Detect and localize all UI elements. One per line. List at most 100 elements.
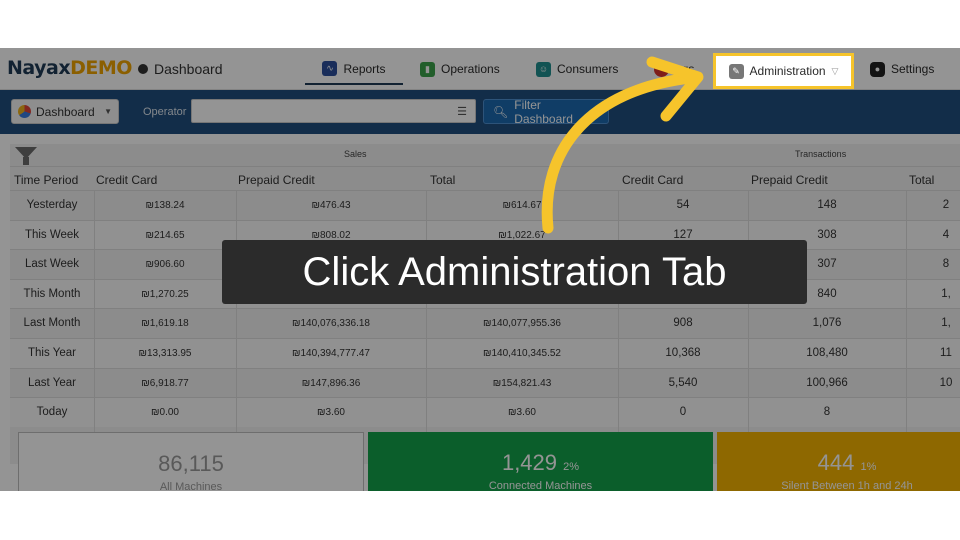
- column-divider: [748, 190, 749, 464]
- cell-cc: ₪6,918.77: [141, 377, 189, 389]
- connected-value: 1,429: [501, 450, 558, 475]
- table-row[interactable]: This Year ₪13,313.95 ₪140,394,777.47 ₪140,4…: [10, 338, 960, 368]
- cell-cc: ₪1,270.25: [141, 288, 189, 300]
- cell-tcc: 54: [676, 199, 690, 211]
- cell-tcc: 908: [673, 317, 693, 330]
- tab-settings[interactable]: ● Settings: [864, 54, 940, 84]
- cell-period: This Year: [28, 347, 76, 359]
- column-divider: [94, 190, 95, 464]
- cell-ttot: 1,: [941, 287, 951, 300]
- consumers-icon: ☺: [536, 61, 551, 77]
- connected-pct: 2%: [563, 461, 580, 473]
- operations-icon: ▮: [420, 61, 435, 77]
- all-machines-label: All Machines: [159, 481, 223, 491]
- col-tx-total[interactable]: Total: [909, 173, 934, 187]
- silent-value: 444: [817, 450, 855, 475]
- cell-period: Today: [36, 406, 68, 419]
- tab-reports[interactable]: ∿ Reports: [305, 54, 403, 85]
- tab-logs-label: ogs: [675, 62, 695, 76]
- nayax-logo[interactable]: NayaxDEMO: [7, 57, 132, 79]
- filter-dashboard-label: Filter Dashboard: [514, 97, 573, 126]
- tab-operations-label: Operations: [441, 62, 500, 76]
- cell-ttot: [906, 398, 960, 427]
- all-machines-value: 86,115: [158, 451, 224, 476]
- instruction-banner: Click Administration Tab: [222, 240, 807, 304]
- col-time-period[interactable]: Time Period: [14, 173, 78, 187]
- card-silent-machines[interactable]: 444 1% Silent Between 1h and 24h: [717, 432, 960, 491]
- card-connected-machines[interactable]: 1,429 2% Connected Machines: [368, 432, 713, 491]
- dashboard-select-button[interactable]: Dashboard ▼: [11, 99, 119, 124]
- table-group-header: Sales Transactions: [10, 144, 960, 166]
- connected-value-wrap: 1,429 2%: [368, 450, 713, 476]
- top-navigation: NayaxDEMO Dashboard ∿ Reports ▮ Operatio…: [0, 48, 960, 90]
- pie-chart-icon: [18, 105, 31, 118]
- col-sales-total[interactable]: Total: [430, 173, 455, 187]
- filter-funnel-stem: [23, 157, 29, 165]
- filter-bar: Dashboard ▼ Operator ☰ 🔍︎ Filter Dashboa…: [0, 90, 960, 134]
- operator-label: Operator: [143, 106, 187, 118]
- list-icon[interactable]: ☰: [457, 105, 467, 118]
- cell-cc: ₪138.24: [145, 200, 185, 211]
- cell-pc: ₪147,896.36: [301, 377, 361, 389]
- cell-pc: ₪140,394,777.47: [291, 348, 370, 359]
- tab-consumers[interactable]: ☺ Consumers: [530, 54, 624, 84]
- cell-period: Last Month: [23, 317, 81, 330]
- cell-tpc: 1,076: [812, 317, 842, 330]
- table-header: Time Period Credit Card Prepaid Credit T…: [10, 166, 960, 190]
- cell-tpc: 8: [823, 406, 831, 419]
- column-divider: [906, 190, 907, 464]
- col-tx-credit-card[interactable]: Credit Card: [622, 173, 683, 187]
- column-divider: [236, 190, 237, 464]
- column-divider: [426, 190, 427, 464]
- cell-cc: ₪0.00: [151, 407, 179, 419]
- group-sales: Sales: [344, 149, 367, 159]
- operator-input[interactable]: ☰: [191, 99, 476, 123]
- chevron-down-icon: ▽: [831, 65, 839, 76]
- cell-period: Yesterday: [26, 199, 78, 211]
- cell-tot: ₪614.67: [502, 200, 542, 211]
- cell-tot: ₪140,077,955.36: [482, 318, 561, 330]
- cell-tot: ₪140,410,345.52: [482, 348, 561, 359]
- search-icon: 🔍︎: [493, 104, 509, 119]
- connected-label: Connected Machines: [488, 480, 593, 491]
- col-sales-credit-card[interactable]: Credit Card: [96, 173, 157, 187]
- filter-dashboard-button[interactable]: 🔍︎ Filter Dashboard: [483, 97, 609, 126]
- table-row[interactable]: Last Year ₪6,918.77 ₪147,896.36 ₪154,821.43…: [10, 367, 960, 398]
- logo-name: Nayax: [7, 57, 71, 79]
- cell-period: Last Week: [24, 258, 80, 271]
- tab-logs[interactable]: ogs: [648, 54, 700, 84]
- reports-chart-icon: ∿: [322, 61, 338, 76]
- tab-operations[interactable]: ▮ Operations: [414, 54, 506, 84]
- cell-ttot: 10: [939, 376, 953, 389]
- cell-cc: ₪13,313.95: [138, 348, 192, 359]
- administration-icon: ✎: [728, 63, 744, 79]
- tutorial-slide: NayaxDEMO Dashboard ∿ Reports ▮ Operatio…: [0, 0, 960, 540]
- tab-administration[interactable]: ✎ Administration ▽: [713, 53, 854, 89]
- cell-pc: ₪476.43: [311, 200, 351, 211]
- table-row[interactable]: Today ₪0.00 ₪3.60 ₪3.60 0 8: [10, 397, 960, 427]
- group-transactions: Transactions: [795, 149, 847, 159]
- col-tx-prepaid-credit[interactable]: Prepaid Credit: [751, 173, 828, 187]
- cell-ttot: 1,: [941, 317, 951, 330]
- cell-cc: ₪214.65: [145, 229, 185, 241]
- cell-period: Last Year: [28, 376, 76, 389]
- card-all-machines[interactable]: 86,115 All Machines: [18, 432, 364, 491]
- cell-ttot: 2: [942, 199, 950, 211]
- settings-icon: ●: [870, 61, 885, 77]
- logs-icon: [654, 61, 669, 77]
- table-row[interactable]: Last Month ₪1,619.18 ₪140,076,336.18 ₪140,0…: [10, 308, 960, 338]
- col-sales-prepaid-credit[interactable]: Prepaid Credit: [238, 173, 315, 187]
- dashboard-select-label: Dashboard: [36, 104, 95, 119]
- cell-pc: ₪3.60: [317, 407, 345, 419]
- silent-label: Silent Between 1h and 24h: [781, 480, 913, 491]
- table-row[interactable]: Yesterday ₪138.24 ₪476.43 ₪614.67 54 148 2: [10, 190, 960, 220]
- tab-reports-label: Reports: [343, 61, 386, 76]
- cell-tot: ₪3.60: [508, 407, 536, 419]
- cell-tcc: 5,540: [668, 376, 698, 389]
- tab-administration-label: Administration: [749, 64, 826, 78]
- breadcrumb-label: Dashboard: [154, 61, 223, 77]
- cell-tcc: 0: [679, 406, 687, 419]
- breadcrumb: Dashboard: [138, 61, 223, 77]
- caret-down-icon: ▼: [104, 107, 112, 116]
- silent-value-wrap: 444 1%: [717, 450, 960, 476]
